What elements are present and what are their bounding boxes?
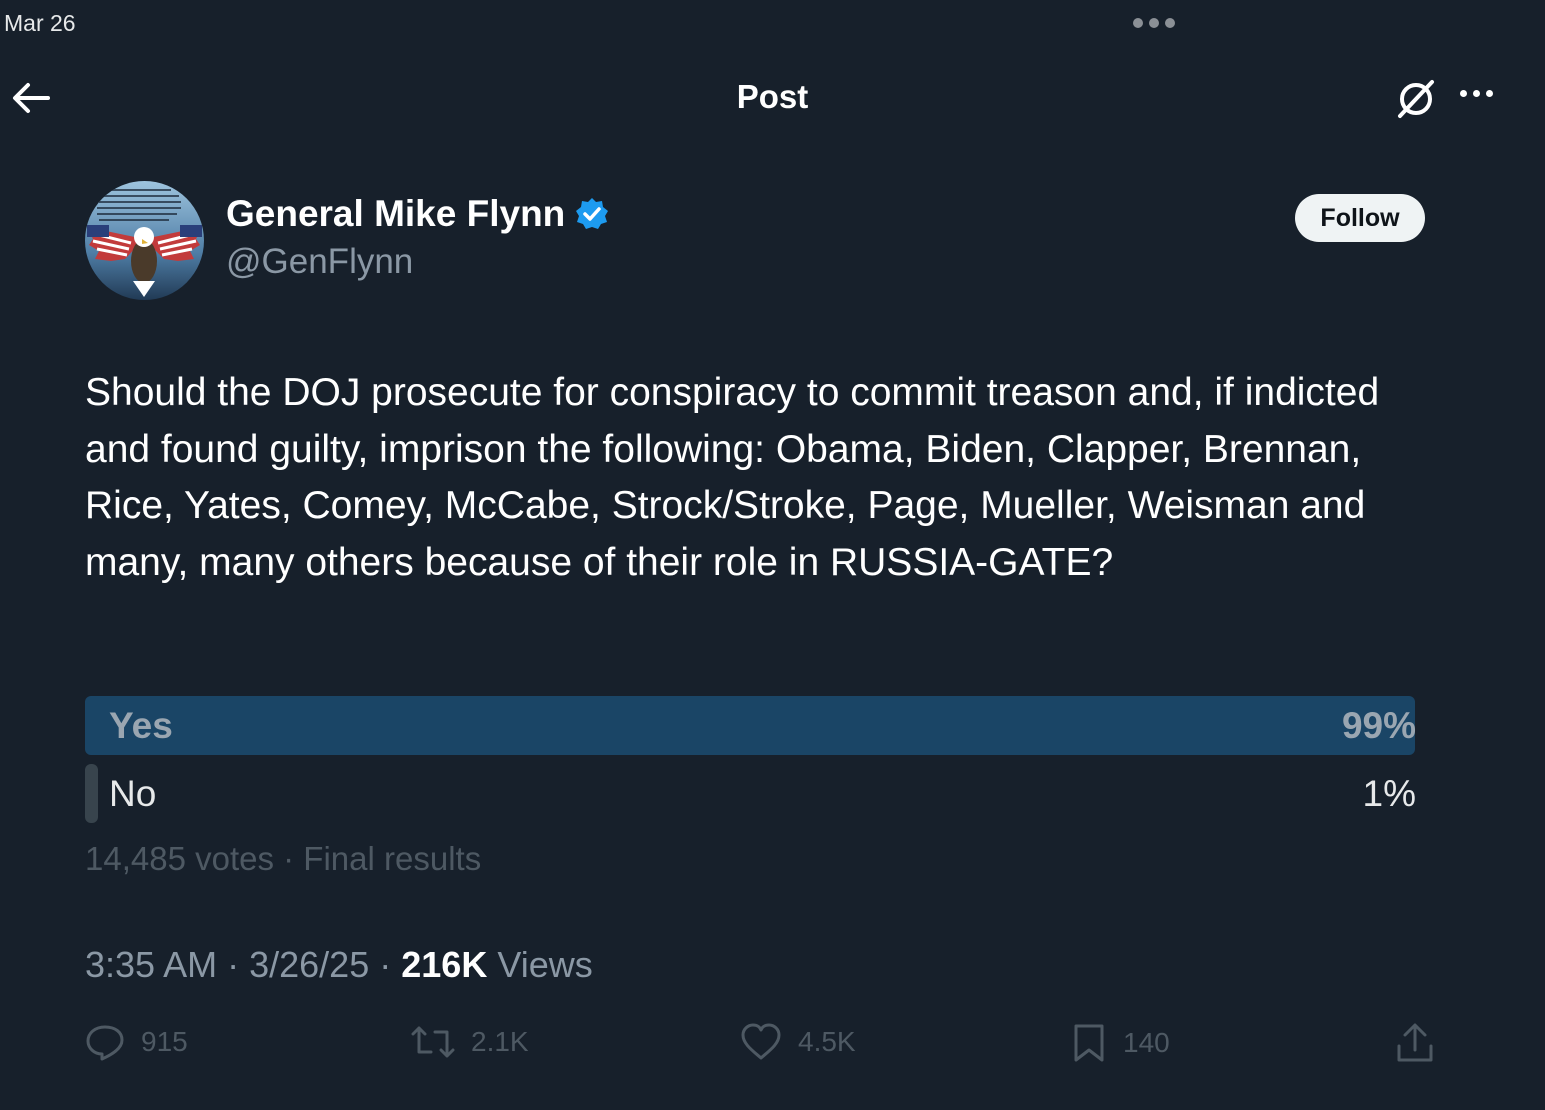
more-options-button[interactable] [1460, 90, 1493, 97]
bookmark-button[interactable]: 140 [1071, 1022, 1170, 1064]
repost-button[interactable]: 2.1K [411, 1022, 529, 1062]
repost-count: 2.1K [471, 1026, 529, 1057]
post-time[interactable]: 3:35 AM [85, 944, 217, 985]
author-name[interactable]: General Mike Flynn [226, 193, 609, 235]
author-name-text: General Mike Flynn [226, 193, 566, 234]
multitasking-dots-icon[interactable] [1133, 18, 1175, 28]
heart-icon [741, 1023, 781, 1060]
poll-option-percent: 99% [1341, 705, 1416, 746]
bookmark-icon [1074, 1024, 1104, 1062]
more-horizontal-icon [1460, 90, 1467, 97]
views-count[interactable]: 216K [401, 944, 487, 985]
like-button[interactable]: 4.5K [740, 1022, 856, 1062]
poll: Yes 99% No 1% [85, 696, 1428, 832]
bookmark-count: 140 [1123, 1027, 1170, 1058]
author-handle[interactable]: @GenFlynn [226, 242, 413, 282]
views-label[interactable]: Views [497, 944, 592, 985]
poll-option-no: No 1% [85, 764, 1428, 823]
post-detail-screen: Mar 26 Post General Mike Flynn @GenFlynn… [0, 0, 1545, 1110]
action-bar: 915 2.1K 4.5K 140 [85, 1022, 1445, 1072]
status-bar-date: Mar 26 [4, 10, 76, 36]
poll-result-bar [85, 696, 1415, 755]
poll-results-summary: 14,485 votes · Final results [85, 840, 482, 877]
grok-button[interactable] [1393, 76, 1439, 122]
post-timestamp-row: 3:35 AM · 3/26/25 · 216K Views [85, 944, 593, 985]
share-button[interactable] [1395, 1022, 1435, 1064]
reply-count: 915 [141, 1026, 188, 1057]
poll-option-yes: Yes 99% [85, 696, 1428, 755]
page-title: Post [736, 78, 809, 115]
follow-button[interactable]: Follow [1295, 194, 1425, 242]
reply-button[interactable]: 915 [85, 1022, 188, 1062]
grok-icon [1398, 80, 1434, 118]
reply-icon [86, 1025, 124, 1061]
tweet-text: Should the DOJ prosecute for conspiracy … [85, 371, 1380, 584]
poll-option-label: No [109, 773, 157, 814]
post-date[interactable]: 3/26/25 [249, 944, 369, 985]
like-count: 4.5K [798, 1026, 856, 1057]
poll-option-percent: 1% [1362, 773, 1416, 814]
verified-badge-icon [576, 198, 609, 229]
repost-icon [411, 1026, 455, 1058]
avatar[interactable] [85, 181, 204, 300]
poll-result-bar [85, 764, 99, 823]
poll-option-label: Yes [109, 705, 173, 746]
share-icon [1397, 1023, 1433, 1062]
